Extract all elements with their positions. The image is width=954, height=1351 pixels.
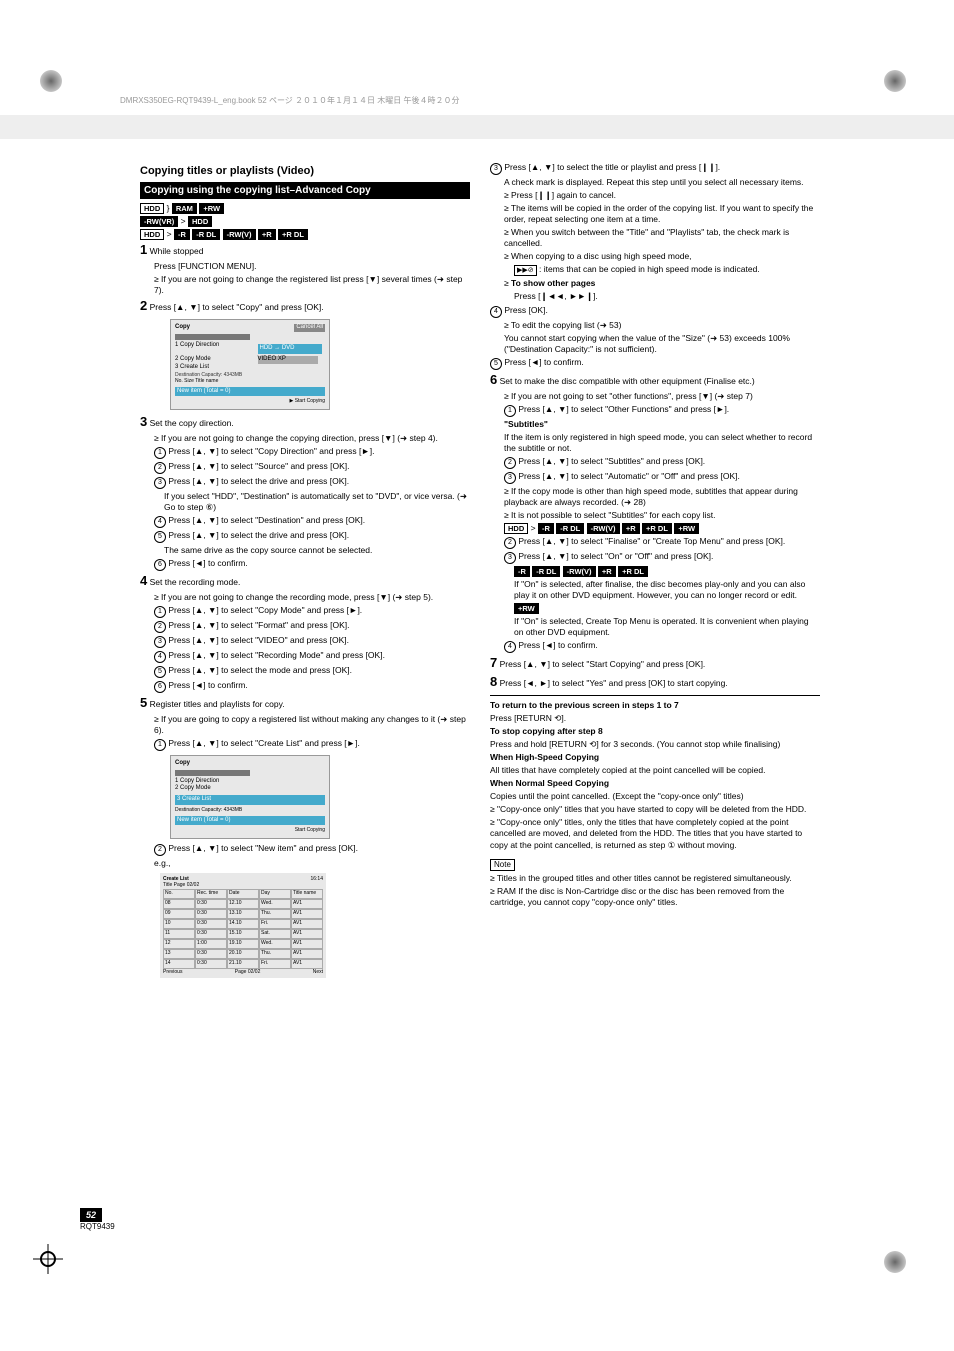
page-title: Copying titles or playlists (Video): [140, 164, 470, 178]
step2-body: Press [▲, ▼] to select "Copy" and press …: [150, 302, 324, 312]
step1-body: Press [FUNCTION MENU].: [154, 261, 470, 272]
step-6: 6: [490, 372, 497, 387]
print-mark-tl: [40, 70, 70, 100]
page-footer: 52 RQT9439: [80, 1210, 115, 1231]
step-5: 5: [140, 695, 147, 710]
step-1: 1: [140, 242, 147, 257]
media-compat-row: -R -R DL -RW(V) +R +R DL: [514, 566, 820, 577]
media-compat-row: HDD > -R -R DL -RW(V) +R +R DL +RW: [504, 523, 820, 534]
ui-mock-copy-list: Copy Cancel All 1 Copy DirectionHDD → DV…: [170, 319, 330, 409]
ui-mock-create-list: Copy 1 Copy Direction 2 Copy Mode 3 Crea…: [170, 755, 330, 839]
step-4: 4: [140, 573, 147, 588]
media-compat-row: HDD } RAM +RW: [140, 203, 470, 214]
note-text: If you are not going to change the regis…: [154, 274, 470, 296]
return-heading: To return to the previous screen in step…: [490, 700, 679, 710]
hispeed-icon: ▶▶⊘: [514, 265, 537, 276]
step-8: 8: [490, 674, 497, 689]
step-7: 7: [490, 655, 497, 670]
page-number: 52: [80, 1208, 102, 1222]
badge-ram: RAM: [172, 203, 197, 214]
stop-heading: To stop copying after step 8: [490, 726, 603, 736]
print-mark-bl: [40, 1251, 70, 1281]
note-label: Note: [490, 859, 515, 871]
step-2: 2: [140, 298, 147, 313]
media-compat-row: HDD > -R -R DL -RW(V) +R +R DL: [140, 229, 470, 240]
badge-plusrw: +RW: [199, 203, 224, 214]
print-mark-br: [884, 1251, 914, 1281]
media-compat-row: -RW(VR) > HDD: [140, 216, 470, 227]
doc-code: RQT9439: [80, 1222, 115, 1231]
badge-hdd: HDD: [140, 203, 164, 214]
page-header-bar: [0, 115, 954, 139]
print-mark-tr: [884, 70, 914, 100]
divider: [490, 695, 820, 696]
doc-meta: DMRXS350EG-RQT9439-L_eng.book 52 ページ ２０１…: [120, 95, 459, 106]
step-3: 3: [140, 414, 147, 429]
ui-mock-title-table: Create List 16:14 Title Page 02/02 No. R…: [160, 873, 326, 979]
section-advanced-copy: Copying using the copying list–Advanced …: [140, 182, 470, 199]
